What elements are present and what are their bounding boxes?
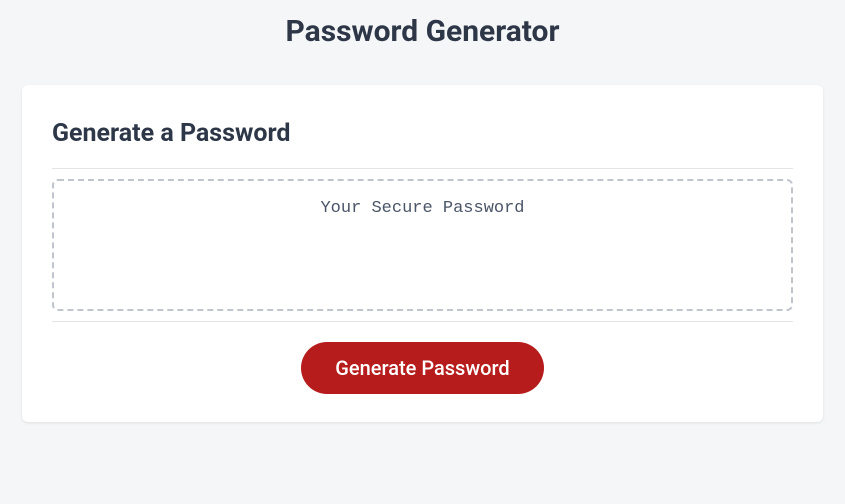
page-title: Password Generator: [0, 0, 845, 85]
generate-button[interactable]: Generate Password: [301, 342, 543, 394]
card-title: Generate a Password: [52, 119, 793, 148]
password-output: Your Secure Password: [52, 179, 793, 311]
generator-card: Generate a Password Your Secure Password…: [22, 85, 823, 422]
button-wrap: Generate Password: [52, 342, 793, 394]
divider-top: [52, 168, 793, 169]
divider-bottom: [52, 321, 793, 322]
